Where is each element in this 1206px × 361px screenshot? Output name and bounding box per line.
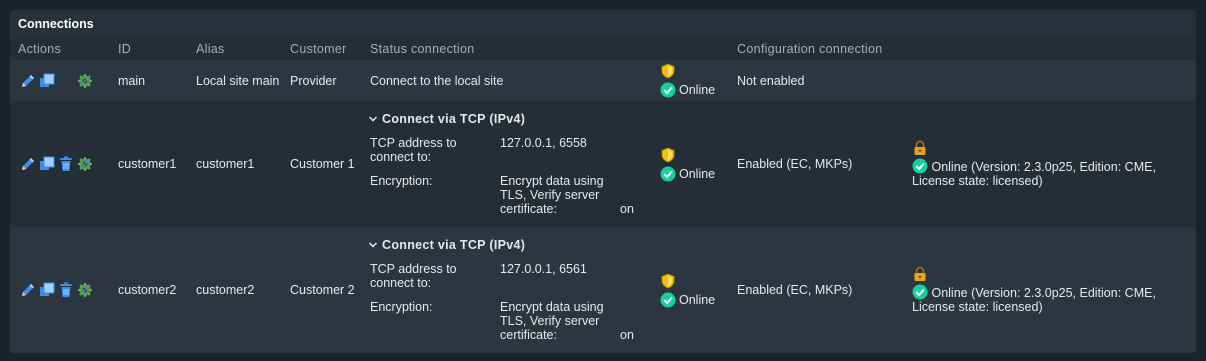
delete-icon[interactable] (58, 282, 74, 298)
settings-icon[interactable] (77, 282, 93, 298)
col-id[interactable]: ID (110, 38, 188, 60)
tcp-heading[interactable]: Connect via TCP (IPv4) (368, 238, 652, 252)
shield-icon (660, 273, 676, 289)
site-id: main (110, 60, 188, 101)
site-id: customer2 (110, 227, 188, 353)
clone-icon[interactable] (39, 282, 55, 298)
clone-icon[interactable] (39, 73, 55, 89)
site-alias: customer1 (188, 101, 282, 227)
edit-icon[interactable] (20, 73, 36, 89)
tcp-address-label: TCP address to connect to: (370, 262, 457, 290)
status-state: Online (679, 166, 716, 181)
encryption-label: Encryption: (370, 300, 433, 314)
site-customer: Customer 1 (282, 101, 362, 227)
delete-icon[interactable] (58, 156, 74, 172)
config-connection-text: Not enabled (729, 60, 904, 101)
col-config[interactable]: Configuration connection (729, 38, 904, 60)
col-actions: Actions (18, 42, 62, 56)
check-icon (660, 82, 676, 98)
chevron-down-icon (368, 114, 378, 124)
lock-icon (912, 140, 928, 156)
row-actions (18, 156, 110, 172)
table-row: customer2 customer2 Customer 2 Connect v… (10, 227, 1196, 353)
tcp-heading[interactable]: Connect via TCP (IPv4) (368, 112, 652, 126)
site-alias: Local site main (188, 60, 282, 101)
config-status: Online (Version: 2.3.0p25, Edition: CME,… (912, 160, 1156, 188)
row-actions (18, 73, 110, 89)
verify-on: on (620, 328, 634, 342)
status-state: Online (679, 292, 716, 307)
table-header: Actions ID Alias Customer Status connect… (10, 38, 1196, 60)
shield-icon (660, 63, 676, 79)
check-icon (660, 292, 676, 308)
tcp-address-label: TCP address to connect to: (370, 136, 457, 164)
check-icon (912, 284, 928, 300)
site-id: customer1 (110, 101, 188, 227)
tcp-details: TCP address to connect to: 127.0.0.1, 65… (370, 136, 652, 216)
config-connection-text: Enabled (EC, MKPs) (729, 227, 904, 353)
verify-on: on (620, 202, 634, 216)
connections-table: Actions ID Alias Customer Status connect… (10, 38, 1196, 353)
encryption-value: Encrypt data using TLS, Verify server ce… (500, 300, 634, 342)
col-alias[interactable]: Alias (188, 38, 282, 60)
site-alias: customer2 (188, 227, 282, 353)
encryption-value: Encrypt data using TLS, Verify server ce… (500, 174, 634, 216)
settings-icon[interactable] (77, 156, 93, 172)
site-customer: Customer 2 (282, 227, 362, 353)
site-customer: Provider (282, 60, 362, 101)
col-customer[interactable]: Customer (282, 38, 362, 60)
check-icon (660, 166, 676, 182)
edit-icon[interactable] (20, 156, 36, 172)
encryption-label: Encryption: (370, 174, 433, 188)
table-row: customer1 customer1 Customer 1 Connect v… (10, 101, 1196, 227)
chevron-down-icon (368, 240, 378, 250)
shield-icon (660, 147, 676, 163)
row-actions (18, 282, 110, 298)
panel-title: Connections (10, 10, 1196, 38)
lock-icon (912, 266, 928, 282)
edit-icon[interactable] (20, 282, 36, 298)
table-row: main Local site main Provider Connect to… (10, 60, 1196, 101)
settings-icon[interactable] (77, 73, 93, 89)
tcp-details: TCP address to connect to: 127.0.0.1, 65… (370, 262, 652, 342)
connections-panel: Connections Actions ID Alias Customer St… (10, 10, 1196, 353)
status-connection-text: Connect to the local site (362, 60, 652, 101)
config-status: Online (Version: 2.3.0p25, Edition: CME,… (912, 286, 1156, 314)
check-icon (912, 158, 928, 174)
status-state: Online (679, 83, 716, 97)
tcp-address-value: 127.0.0.1, 6558 (500, 136, 587, 150)
clone-icon[interactable] (39, 156, 55, 172)
config-connection-text: Enabled (EC, MKPs) (729, 101, 904, 227)
col-status[interactable]: Status connection (362, 38, 652, 60)
tcp-address-value: 127.0.0.1, 6561 (500, 262, 587, 276)
